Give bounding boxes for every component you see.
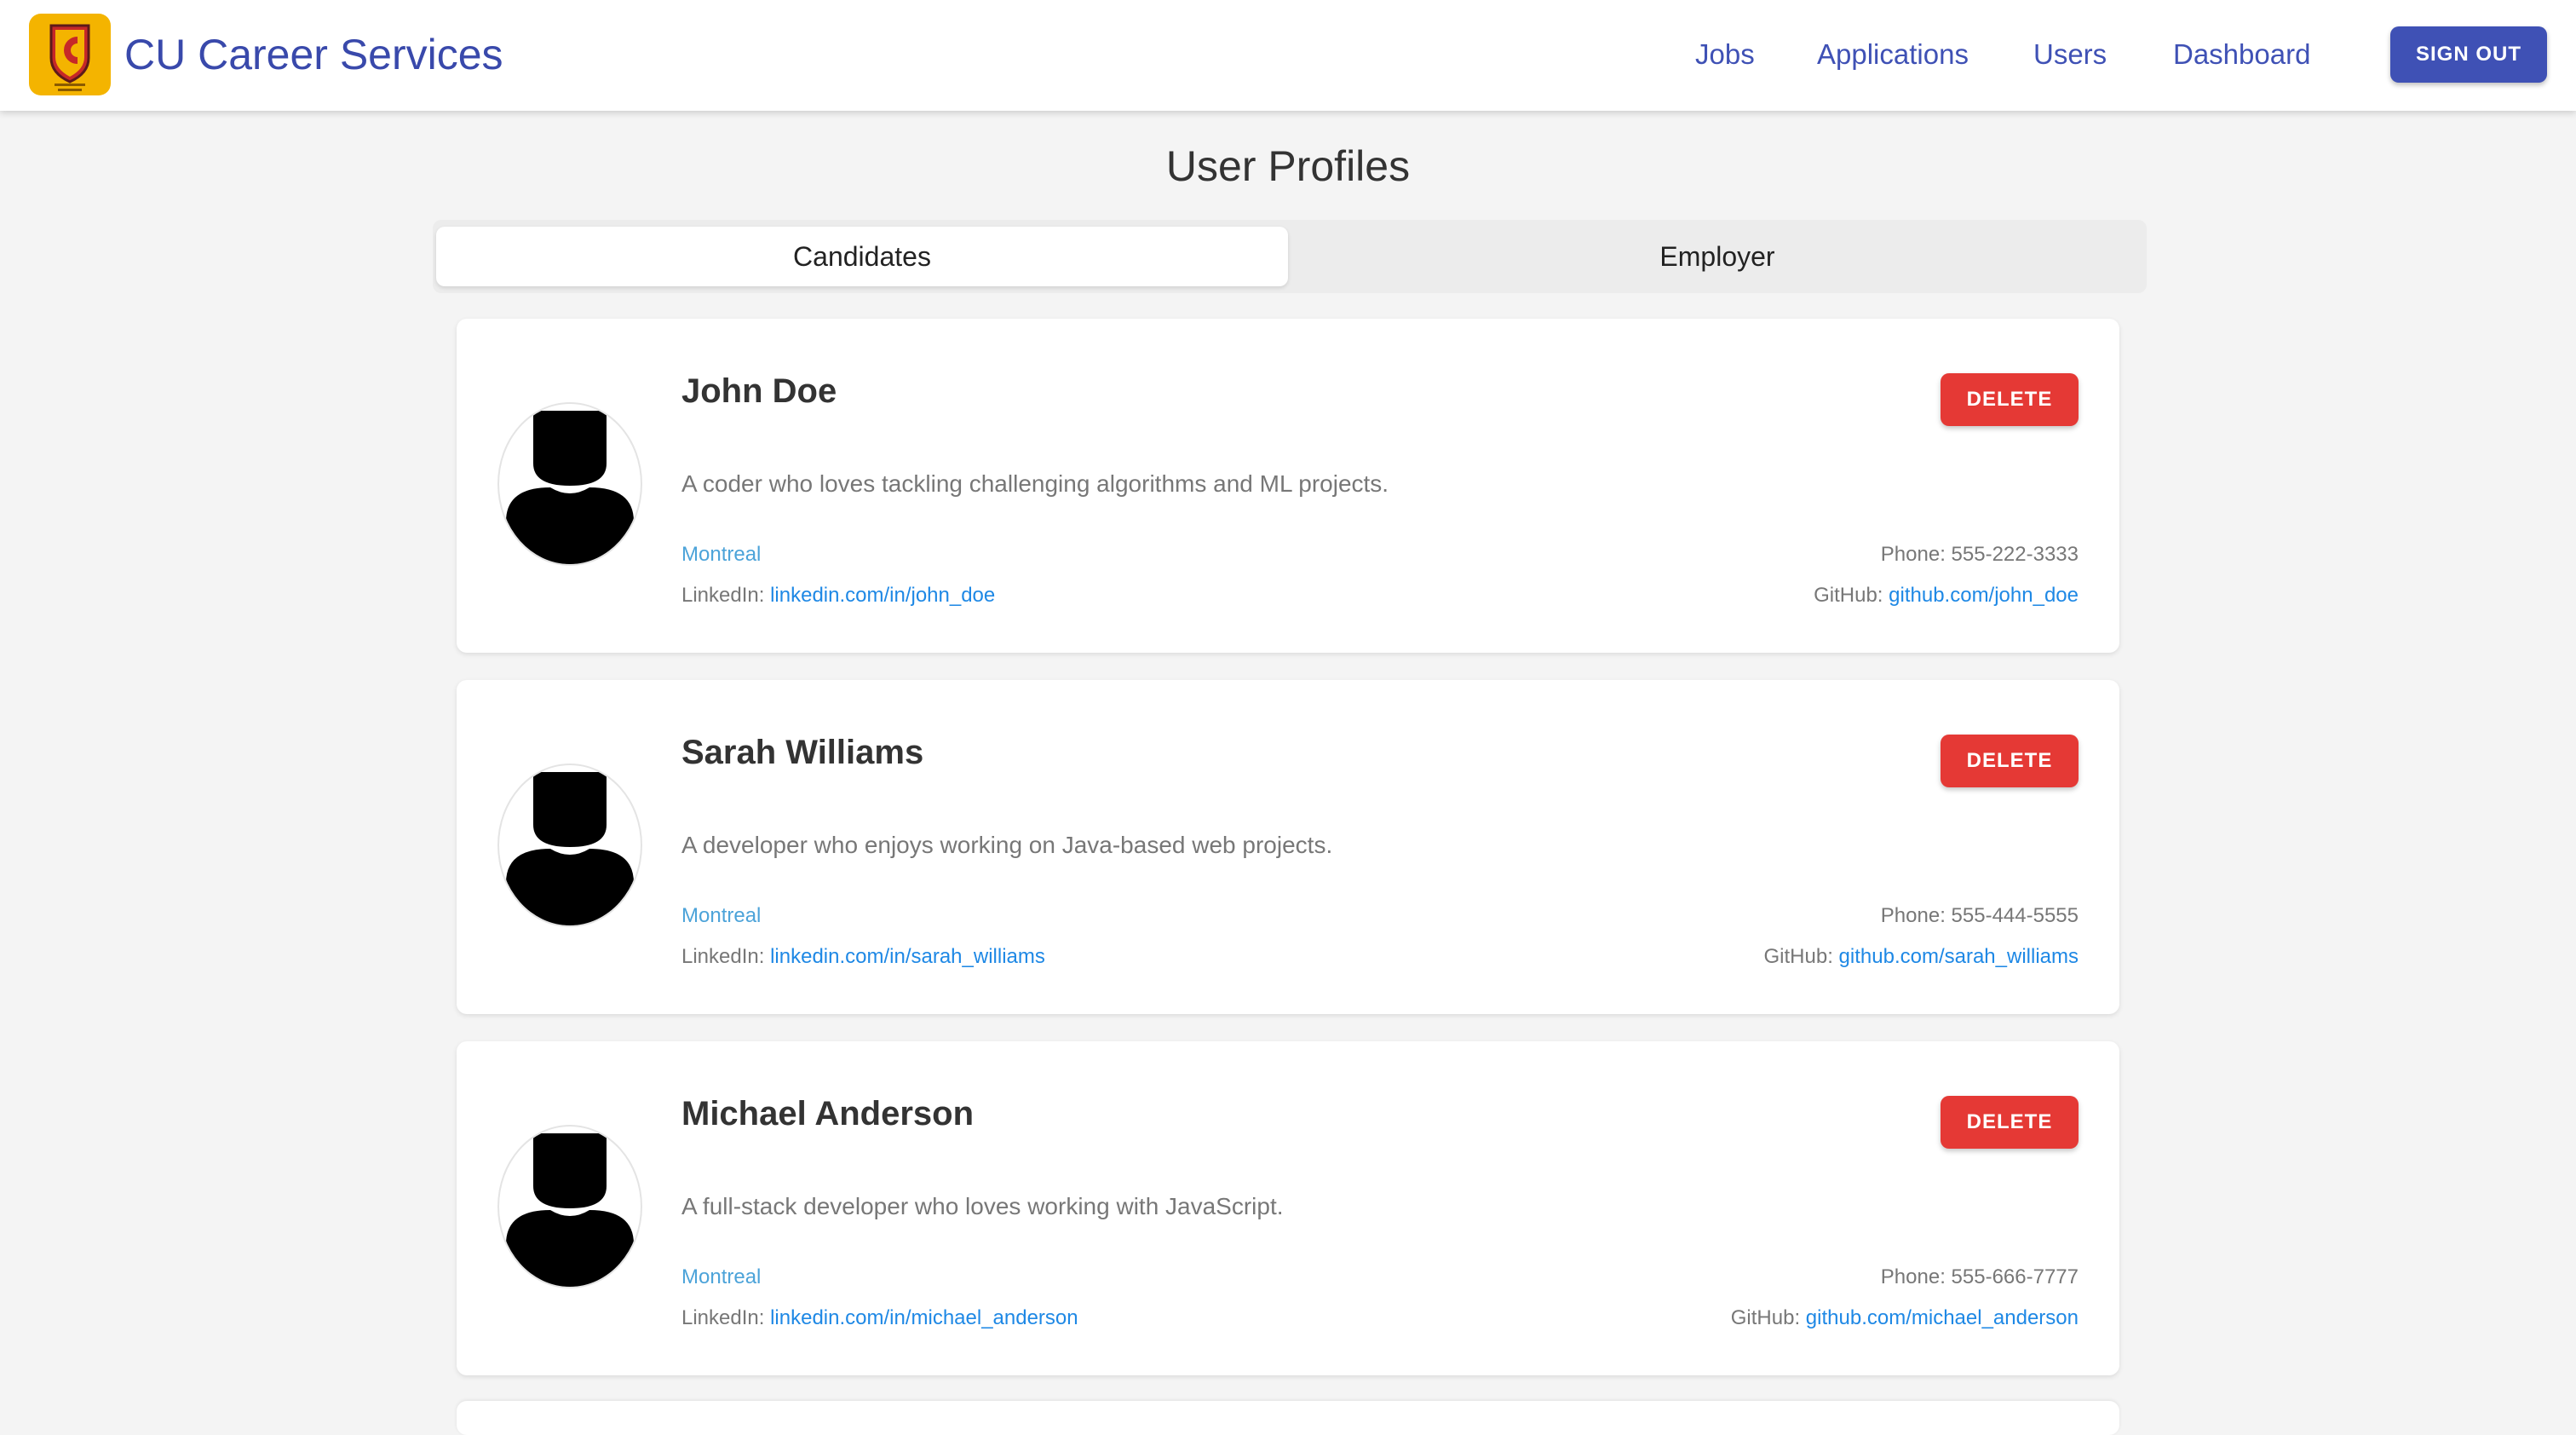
profile-name: Michael Anderson bbox=[681, 1095, 975, 1132]
profile-github: GitHub: github.com/john_doe bbox=[1814, 583, 2079, 608]
profile-linkedin: LinkedIn: linkedin.com/in/sarah_williams bbox=[681, 944, 1045, 970]
linkedin-link[interactable]: linkedin.com/in/michael_anderson bbox=[770, 1306, 1078, 1329]
profile-linkedin: LinkedIn: linkedin.com/in/michael_anders… bbox=[681, 1305, 1078, 1331]
github-label: GitHub: bbox=[1763, 945, 1833, 968]
avatar-placeholder-icon bbox=[497, 1125, 642, 1288]
sign-out-button[interactable]: SIGN OUT bbox=[2390, 26, 2547, 83]
avatar-placeholder-icon bbox=[497, 764, 642, 927]
linkedin-label: LinkedIn: bbox=[681, 945, 765, 968]
profile-phone: Phone: 555-666-7777 bbox=[1880, 1265, 2079, 1288]
career-center-logo-icon[interactable] bbox=[29, 14, 111, 95]
profile-github: GitHub: github.com/michael_anderson bbox=[1731, 1305, 2079, 1331]
linkedin-link[interactable]: linkedin.com/in/john_doe bbox=[770, 584, 995, 607]
github-link[interactable]: github.com/sarah_williams bbox=[1839, 945, 2079, 968]
profile-bio: A full-stack developer who loves working… bbox=[681, 1193, 1284, 1219]
delete-button[interactable]: DELETE bbox=[1941, 1096, 2079, 1149]
profile-phone: Phone: 555-444-5555 bbox=[1880, 904, 2079, 927]
tab-employer[interactable]: Employer bbox=[1291, 227, 2143, 286]
profile-location[interactable]: Montreal bbox=[681, 542, 761, 568]
github-label: GitHub: bbox=[1730, 1306, 1801, 1329]
profile-name: John Doe bbox=[681, 372, 837, 410]
linkedin-label: LinkedIn: bbox=[681, 1306, 765, 1329]
profile-location[interactable]: Montreal bbox=[681, 1265, 761, 1290]
profile-type-tabs: Candidates Employer bbox=[433, 220, 2147, 293]
app-header: CU Career Services Jobs Applications Use… bbox=[0, 0, 2576, 111]
app-title[interactable]: CU Career Services bbox=[124, 27, 503, 82]
delete-button[interactable]: DELETE bbox=[1941, 373, 2079, 426]
profile-name: Sarah Williams bbox=[681, 734, 924, 771]
nav-jobs[interactable]: Jobs bbox=[1695, 31, 1755, 78]
avatar-placeholder-icon bbox=[497, 402, 642, 566]
linkedin-link[interactable]: linkedin.com/in/sarah_williams bbox=[770, 945, 1045, 968]
profile-card: Sarah Williams DELETE A developer who en… bbox=[457, 680, 2119, 1014]
profile-phone: Phone: 555-222-3333 bbox=[1880, 543, 2079, 566]
page-title: User Profiles bbox=[1165, 142, 1411, 190]
github-label: GitHub: bbox=[1814, 584, 1883, 607]
delete-button[interactable]: DELETE bbox=[1941, 735, 2079, 787]
nav-dashboard[interactable]: Dashboard bbox=[2173, 31, 2310, 78]
profile-linkedin: LinkedIn: linkedin.com/in/john_doe bbox=[681, 583, 995, 608]
profile-card: John Doe DELETE A coder who loves tackli… bbox=[457, 319, 2119, 653]
profile-bio: A coder who loves tackling challenging a… bbox=[681, 470, 1389, 497]
linkedin-label: LinkedIn: bbox=[681, 584, 765, 607]
profile-location[interactable]: Montreal bbox=[681, 903, 761, 929]
profile-card-partial bbox=[457, 1401, 2119, 1435]
github-link[interactable]: github.com/john_doe bbox=[1889, 584, 2079, 607]
profile-bio: A developer who enjoys working on Java-b… bbox=[681, 832, 1333, 858]
tab-candidates[interactable]: Candidates bbox=[436, 227, 1288, 286]
profile-github: GitHub: github.com/sarah_williams bbox=[1764, 944, 2079, 970]
github-link[interactable]: github.com/michael_anderson bbox=[1806, 1306, 2079, 1329]
nav-applications[interactable]: Applications bbox=[1817, 31, 1969, 78]
profile-card: Michael Anderson DELETE A full-stack dev… bbox=[457, 1041, 2119, 1375]
nav-users[interactable]: Users bbox=[2033, 31, 2107, 78]
